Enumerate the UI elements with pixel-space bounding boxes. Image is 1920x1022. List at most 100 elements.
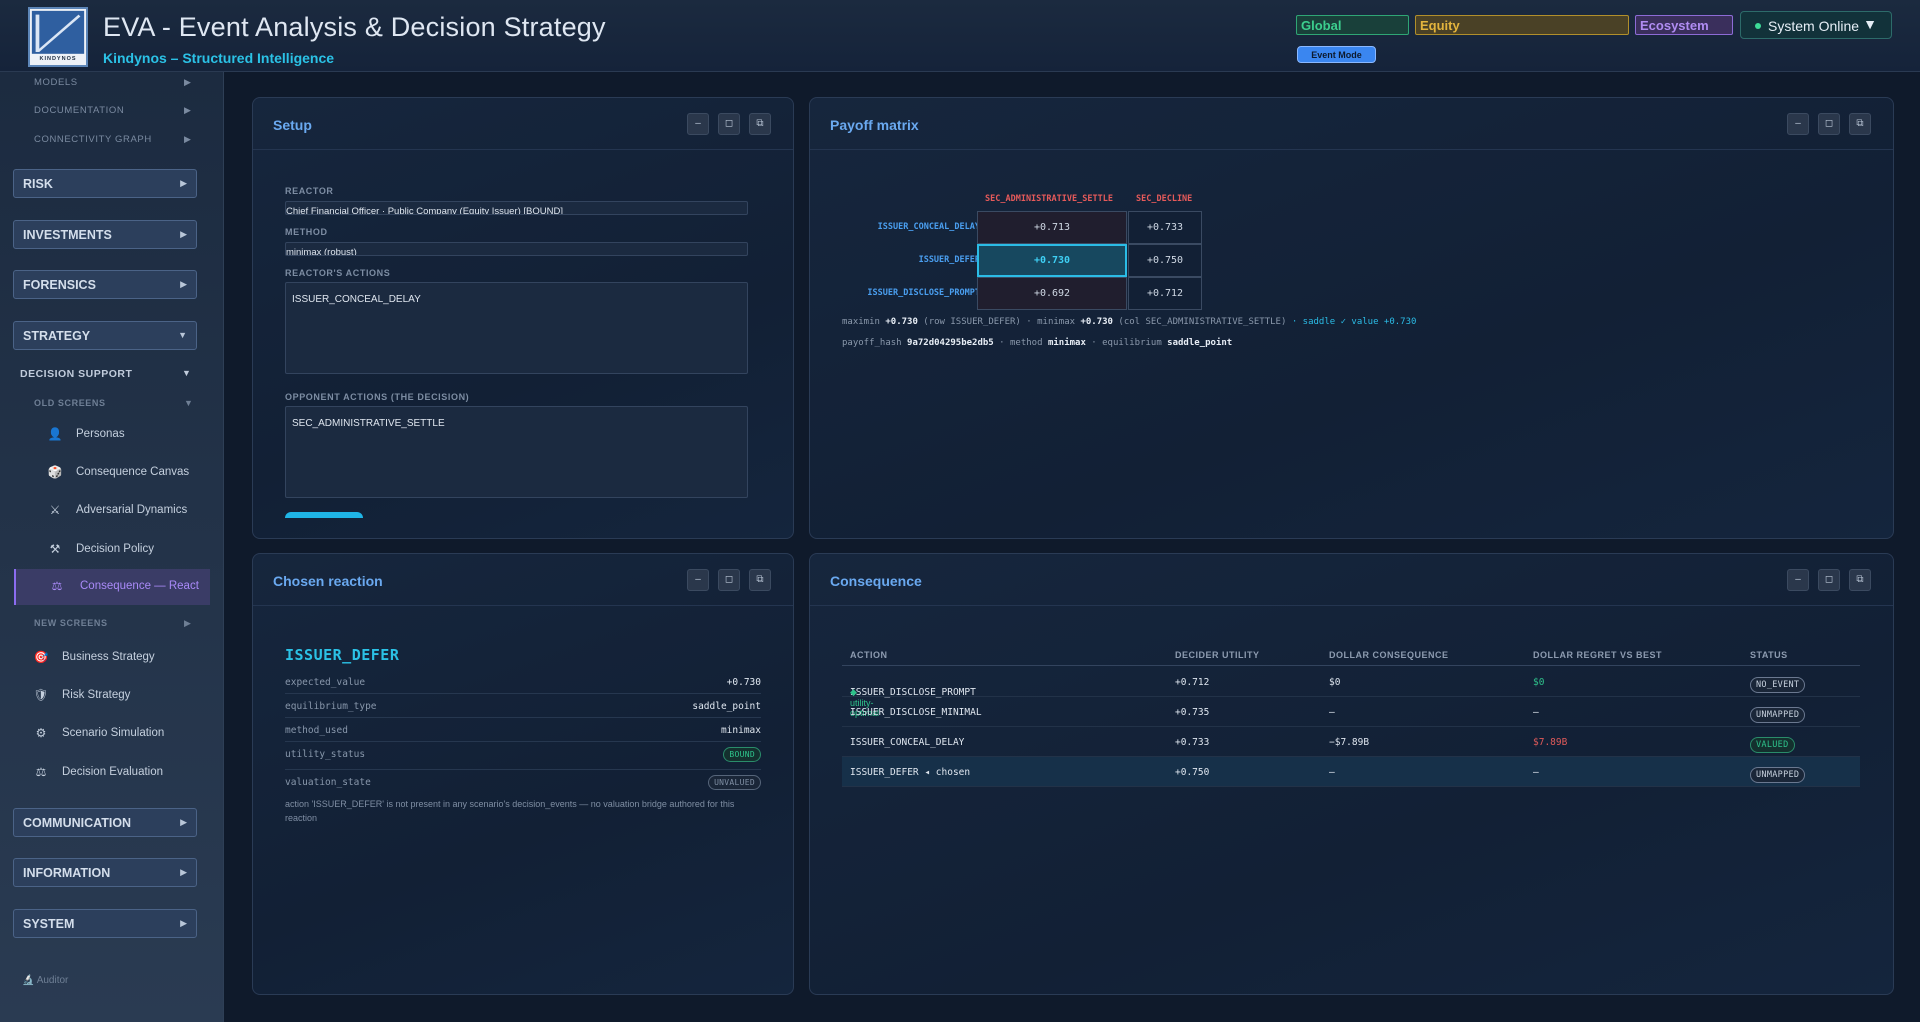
panel-header: Chosen reaction – ◻ ⧉ (253, 554, 793, 606)
maximize-icon[interactable]: ◻ (1818, 113, 1840, 135)
maximize-icon[interactable]: ◻ (718, 569, 740, 591)
chevron-right-icon: ▶ (184, 77, 192, 87)
sidebar-item-scenario-simulation[interactable]: ⚙ Scenario Simulation (14, 716, 210, 752)
popout-icon[interactable]: ⧉ (749, 113, 771, 135)
sidebar-sub-new-screens[interactable]: NEW SCREENS ▶ (34, 618, 191, 628)
sidebar-group-forensics[interactable]: FORENSICS ▶ (13, 270, 197, 299)
row-dollar: — (1329, 767, 1335, 778)
app-subtitle: Kindynos – Structured Intelligence (103, 50, 335, 66)
minimize-icon[interactable]: – (687, 113, 709, 135)
chevron-down-icon: ▼ (178, 330, 187, 340)
table-row[interactable]: ISSUER_DISCLOSE_PROMPT ◆ utility-optimal… (842, 667, 1860, 718)
sidebar-item-decision-evaluation[interactable]: ⚖ Decision Evaluation (14, 755, 210, 791)
microscope-icon: 🔬 (22, 975, 35, 986)
kindynos-logo: KINDYNOS (28, 7, 88, 67)
sidebar-item-decision-policy[interactable]: ⚒ Decision Policy (14, 532, 210, 568)
minimize-icon[interactable]: – (1787, 113, 1809, 135)
payoff-cell[interactable]: +0.750 (1128, 244, 1202, 277)
sidebar-item-consequence-canvas[interactable]: 🎲 Consequence Canvas (14, 455, 210, 491)
payoff-cell[interactable]: +0.733 (1128, 211, 1202, 244)
row-action: ISSUER_DEFER ◂ chosen (850, 767, 971, 778)
chosen-detail-row: expected_value +0.730 (285, 670, 761, 694)
group-label: STRATEGY (23, 329, 91, 343)
reactor-actions-textarea[interactable]: ISSUER_CONCEAL_DELAY (285, 282, 748, 374)
popout-icon[interactable]: ⧉ (1849, 569, 1871, 591)
maximize-icon[interactable]: ◻ (1818, 569, 1840, 591)
row-utility: +0.735 (1175, 707, 1210, 718)
sidebar-group-strategy[interactable]: STRATEGY ▼ (13, 321, 197, 350)
sidebar-item-adversarial-dynamics[interactable]: ⚔ Adversarial Dynamics (14, 493, 210, 529)
payoff-cell[interactable]: +0.692 (977, 277, 1127, 310)
run-button[interactable] (285, 512, 363, 518)
scope-equity-tab[interactable]: Equity (1415, 15, 1629, 35)
panel-title: Chosen reaction (273, 573, 383, 589)
sidebar-group-investments[interactable]: INVESTMENTS ▶ (13, 220, 197, 249)
sidebar-item-models[interactable]: MODELS ▶ (34, 77, 191, 88)
minimize-icon[interactable]: – (1787, 569, 1809, 591)
event-mode-button[interactable]: Event Mode (1297, 46, 1376, 63)
sidebar-group-communication[interactable]: COMMUNICATION ▶ (13, 808, 197, 837)
sidebar-item-connectivity-graph[interactable]: CONNECTIVITY GRAPH ▶ (34, 134, 191, 145)
maximize-icon[interactable]: ◻ (718, 113, 740, 135)
scope-ecosystem-tab[interactable]: Ecosystem (1635, 15, 1733, 35)
chosen-detail-row: method_used minimax (285, 718, 761, 742)
sidebar-item-risk-strategy[interactable]: 🛡 Risk Strategy (14, 678, 210, 714)
sidebar-item-business-strategy[interactable]: 🎯 Business Strategy (14, 640, 210, 676)
scope-global-tab[interactable]: Global (1296, 15, 1409, 35)
minimize-icon[interactable]: – (687, 569, 709, 591)
table-row[interactable]: ISSUER_CONCEAL_DELAY +0.733 −$7.89B $7.8… (842, 727, 1860, 757)
col-action: ACTION (850, 650, 888, 660)
chevron-right-icon: ▶ (184, 105, 192, 115)
sidebar-item-label: MODELS (34, 77, 78, 88)
sidebar-item-consequence-react[interactable]: ⚖ Consequence — React (14, 569, 210, 605)
row-regret: $7.89B (1533, 737, 1568, 748)
sidebar-item-label: Consequence — React (80, 580, 199, 592)
method-select[interactable]: minimax (robust) (285, 242, 748, 256)
sidebar-item-documentation[interactable]: DOCUMENTATION ▶ (34, 105, 191, 116)
group-label: INVESTMENTS (23, 228, 112, 242)
sidebar-item-label: Consequence Canvas (76, 466, 190, 478)
sub-label: OLD SCREENS (34, 398, 106, 408)
table-row-chosen[interactable]: ISSUER_DEFER ◂ chosen +0.750 — — UNMAPPE… (842, 757, 1860, 787)
chosen-detail-row: equilibrium_type saddle_point (285, 694, 761, 718)
system-status-dropdown[interactable]: System Online ▼ (1740, 11, 1892, 39)
row-dollar: — (1329, 707, 1335, 718)
group-label: SYSTEM (23, 917, 75, 931)
reactor-select[interactable]: Chief Financial Officer · Public Company… (285, 201, 748, 215)
minimax-value: +0.730 (1080, 317, 1113, 327)
auditor-link[interactable]: 🔬 Auditor (22, 975, 68, 986)
sidebar-section-decision-support[interactable]: DECISION SUPPORT ▼ (20, 368, 191, 380)
row-regret: — (1533, 707, 1539, 718)
maximin-value: +0.730 (885, 317, 918, 327)
payoff-cell[interactable]: +0.713 (977, 211, 1127, 244)
minimax-label: · minimax (1026, 317, 1076, 327)
detail-key: equilibrium_type (285, 701, 377, 712)
method-label: · method (999, 338, 1043, 348)
row-utility: +0.712 (1175, 677, 1210, 688)
sidebar-group-information[interactable]: INFORMATION ▶ (13, 858, 197, 887)
reactor-label: REACTOR (285, 186, 334, 196)
sidebar-group-system[interactable]: SYSTEM ▶ (13, 909, 197, 938)
payoff-cell-selected[interactable]: +0.730 (977, 244, 1127, 277)
payoff-row-header: ISSUER_CONCEAL_DELAY (877, 222, 980, 232)
table-row[interactable]: ISSUER_DISCLOSE_MINIMAL +0.735 — — UNMAP… (842, 697, 1860, 727)
sidebar-item-personas[interactable]: 👤 Personas (14, 417, 210, 453)
popout-icon[interactable]: ⧉ (749, 569, 771, 591)
group-label: FORENSICS (23, 278, 96, 292)
person-icon: 👤 (47, 427, 63, 441)
detail-key: method_used (285, 725, 348, 736)
panel-header: Setup – ◻ ⧉ (253, 98, 793, 150)
table-header: ACTION DECIDER UTILITY DOLLAR CONSEQUENC… (842, 646, 1860, 666)
payoff-cell[interactable]: +0.712 (1128, 277, 1202, 310)
status-badge: UNMAPPED (1750, 767, 1806, 783)
system-status-label: System Online (1768, 18, 1860, 34)
sidebar-group-risk[interactable]: RISK ▶ (13, 169, 197, 198)
row-action: ISSUER_DISCLOSE_MINIMAL (850, 707, 982, 718)
sidebar-item-label: Risk Strategy (62, 689, 131, 701)
sidebar-sub-old-screens[interactable]: OLD SCREENS ▼ (34, 398, 193, 408)
panel-title: Setup (273, 117, 312, 133)
col-status: STATUS (1750, 650, 1788, 660)
popout-icon[interactable]: ⧉ (1849, 113, 1871, 135)
sidebar-item-label: Decision Evaluation (62, 766, 164, 778)
opponent-actions-textarea[interactable]: SEC_ADMINISTRATIVE_SETTLE (285, 406, 748, 498)
